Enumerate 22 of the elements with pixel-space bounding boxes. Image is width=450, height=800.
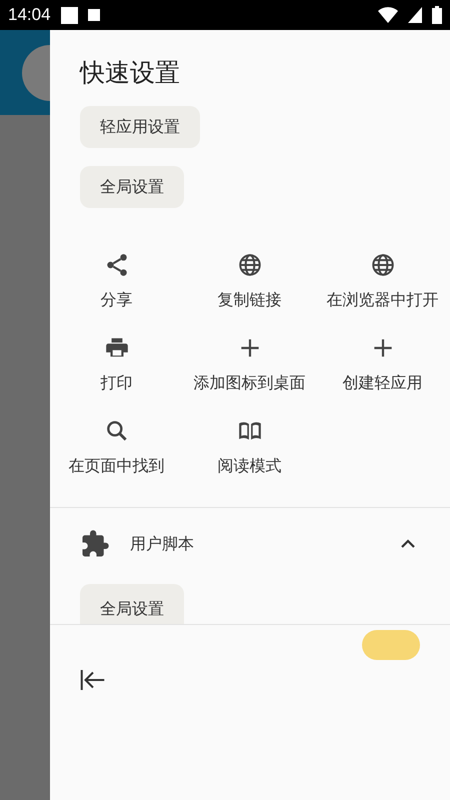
action-button[interactable]: 分享 [50,252,183,311]
action-button[interactable]: 在页面中找到 [50,418,183,477]
signal-icon [408,7,422,23]
action-button[interactable]: 打印 [50,335,183,394]
status-time: 14:04 [8,5,51,25]
globe-icon [370,252,396,278]
globe-icon [236,252,262,278]
action-button[interactable]: 创建轻应用 [316,335,449,394]
settings-chip[interactable]: 全局设置 [80,584,184,624]
settings-chip[interactable]: 全局设置 [80,166,184,208]
settings-chip[interactable]: 轻应用设置 [80,106,200,148]
action-button[interactable]: 在浏览器中打开 [316,252,449,311]
drawer-title: 快速设置 [78,57,181,89]
section-title: 用户脚本 [130,534,195,554]
action-button[interactable]: 阅读模式 [183,418,316,477]
puzzle-icon [80,529,110,559]
wifi-icon [378,7,398,23]
notification-icon [60,6,78,24]
battery-icon [432,6,442,24]
action-button[interactable]: 复制链接 [183,252,316,311]
section-header[interactable]: 用户脚本 [50,508,450,580]
action-button[interactable]: 添加图标到桌面 [183,335,316,394]
